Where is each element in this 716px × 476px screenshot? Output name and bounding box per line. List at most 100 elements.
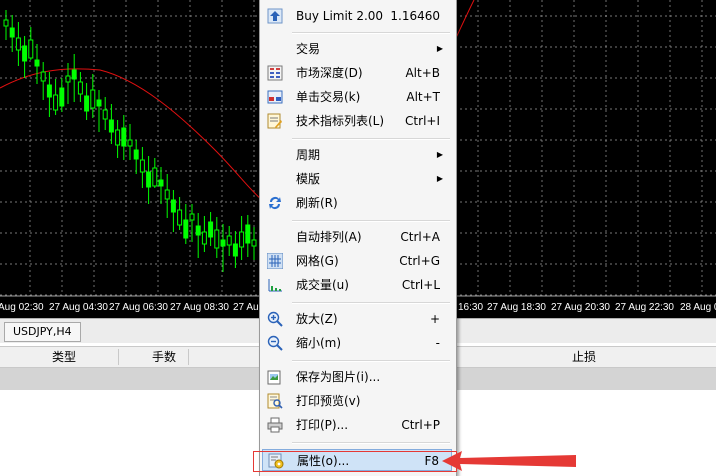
candle-body [239,231,245,248]
menu-item-label: 模版 [296,172,321,186]
menu-item-shortcut: Alt+T [406,90,440,104]
grid-icon [267,253,283,269]
menu-item-zoom-out[interactable]: 缩小(m) - [262,332,452,354]
refresh-icon [269,197,281,209]
menu-item-grid[interactable]: 网格(G) Ctrl+G [262,250,452,272]
menu-item-label: 网格(G) [296,254,339,268]
candle-body [139,159,145,173]
menu-item-template[interactable]: 模版 ▶ [262,168,452,190]
menu-item-label: 交易 [296,42,321,56]
menu-item-label: 保存为图片(i)... [296,370,381,384]
candle-body [15,37,21,51]
annotation-highlight-box [253,451,457,472]
candle-body [164,189,170,200]
menu-separator [292,360,450,362]
menu-item-label: 放大(Z) [296,312,338,326]
menu-item-shortcut: Ctrl+A [400,230,440,244]
menu-item-shortcut: - [435,336,440,350]
menu-item-label: 缩小(m) [296,336,342,350]
candle-body [59,87,65,107]
menu-item-shortcut: Ctrl+L [401,278,440,292]
candle-body [170,199,176,213]
chart-context-menu: Buy Limit 2.00 1.16460 交易 ▶ 市场深度(D) Alt+… [259,0,457,476]
menu-item-indicators-list[interactable]: 技术指标列表(L) Ctrl+I [262,110,452,132]
candle-body [195,225,201,236]
candle-body [189,213,195,221]
candle-body [53,94,59,111]
time-tick-label: 27 Aug 04:30 [49,302,108,313]
menu-item-label: 打印(P)... [296,418,349,432]
column-separator[interactable] [118,349,119,365]
menu-item-label: 单击交易(k) [296,90,361,104]
candle-body [34,59,40,67]
candle-body [102,109,108,120]
candle-body [146,171,152,188]
menu-separator [292,442,450,444]
candle-body [214,229,220,249]
menu-item-market-depth[interactable]: 市场深度(D) Alt+B [262,62,452,84]
menu-item-trade[interactable]: 交易 ▶ [262,38,452,60]
column-header-volume[interactable]: 手数 [152,347,176,367]
candle-body [177,209,183,226]
candle-body [108,119,114,133]
annotation-arrow-icon [442,451,576,471]
menu-item-label: 刷新(R) [296,196,338,210]
column-separator[interactable] [188,349,189,365]
save-picture-icon [267,370,281,385]
print-icon [267,417,283,433]
menu-item-save-as-picture[interactable]: 保存为图片(i)... [262,366,452,388]
candle-body [28,39,34,59]
menu-item-print-preview[interactable]: 打印预览(v) [262,390,452,412]
menu-item-label: 市场深度(D) [296,66,363,80]
candle-body [121,127,127,147]
zoom-out-icon [267,335,283,351]
menu-item-label: 打印预览(v) [296,394,361,408]
candle-body [84,95,90,112]
menu-item-shortcut: Alt+B [405,66,440,80]
volume-icon [268,279,282,292]
candle-body [22,45,28,62]
candle-body [127,139,133,147]
menu-item-period[interactable]: 周期 ▶ [262,144,452,166]
menu-item-volume[interactable]: 成交量(u) Ctrl+L [262,274,452,296]
column-header-stop-loss[interactable]: 止损 [572,347,596,367]
candle-body [232,243,238,257]
moving-average-line [454,0,475,41]
candle-body [115,129,121,146]
menu-item-label: Buy Limit 2.00 [296,9,384,23]
menu-separator [292,302,450,304]
time-tick-label: Aug 02:30 [0,302,44,313]
candle-body [9,27,15,38]
menu-item-zoom-in[interactable]: 放大(Z) + [262,308,452,330]
candle-body [226,235,232,246]
candle-body [3,19,9,27]
zoom-in-icon [267,311,283,327]
candle-body [40,71,46,82]
time-tick-label: 28 Aug 00:30 [680,302,716,313]
tab-usdjpy-h4[interactable]: USDJPY,H4 [4,322,81,342]
indicators-list-icon [267,113,282,129]
menu-separator [292,32,450,34]
menu-item-buy-limit[interactable]: Buy Limit 2.00 1.16460 [262,5,452,27]
print-preview-icon [267,393,283,409]
menu-item-shortcut: 1.16460 [390,9,440,23]
menu-item-auto-arrange[interactable]: 自动排列(A) Ctrl+A [262,226,452,248]
submenu-arrow-icon: ▶ [436,44,443,53]
candle-body [77,81,83,95]
menu-item-one-click-trading[interactable]: 单击交易(k) Alt+T [262,86,452,108]
column-header-type[interactable]: 类型 [52,347,76,367]
menu-item-print[interactable]: 打印(P)... Ctrl+P [262,414,452,436]
menu-item-refresh[interactable]: 刷新(R) [262,192,452,214]
candle-body [71,69,77,80]
time-tick-label: 27 Aug 06:30 [109,302,168,313]
candle-body [65,75,71,83]
arrow-up-icon [267,8,283,24]
time-tick-label: 16:30 [458,302,483,313]
candle-body [208,221,214,238]
market-depth-icon [267,65,283,81]
time-tick-label: 27 Aug 18:30 [487,302,546,313]
menu-item-label: 周期 [296,148,321,162]
candle-body [46,84,52,98]
candle-body [158,179,164,187]
candle-body [152,167,158,187]
